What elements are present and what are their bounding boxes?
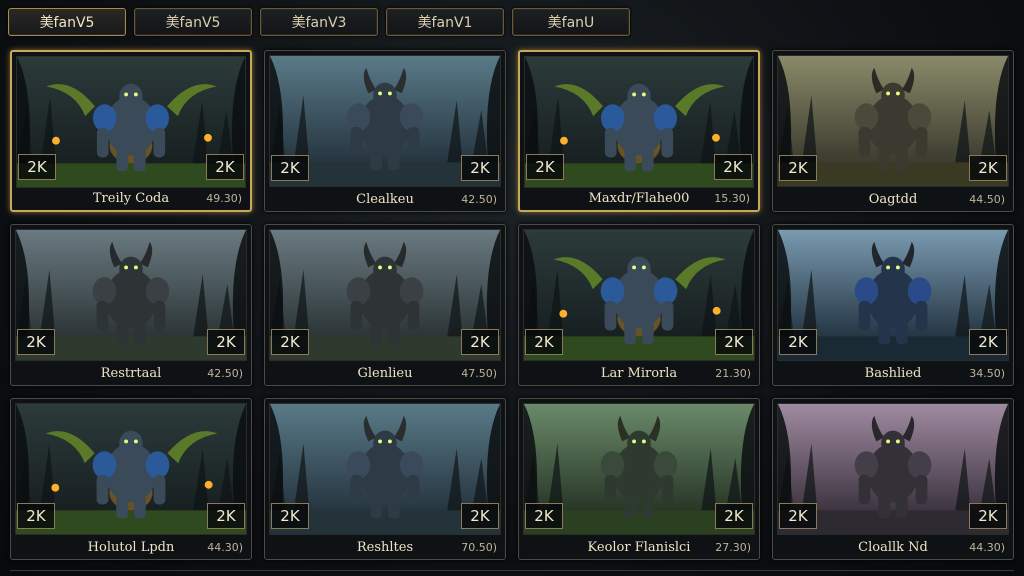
- resolution-badge: 2K: [207, 503, 245, 529]
- resolution-badge: 2K: [17, 503, 55, 529]
- card-title: Treily Coda: [92, 190, 170, 206]
- tab-version-5[interactable]: 美fanU: [512, 8, 630, 36]
- card-title: Holutol Lpdn: [87, 539, 175, 555]
- resolution-badge: 2K: [779, 503, 817, 529]
- card-title: Restrtaal: [100, 365, 162, 381]
- card-footer: Glenlieu 47.50): [265, 361, 505, 385]
- card-score: 34.50): [969, 366, 1005, 380]
- wallpaper-card[interactable]: 2K 2K Clealkeu 42.50): [264, 50, 506, 212]
- card-footer: Holutol Lpdn 44.30): [11, 535, 251, 559]
- wallpaper-card[interactable]: 2K 2K Cloallk Nd 44.30): [772, 398, 1014, 560]
- resolution-badge: 2K: [206, 154, 244, 180]
- card-score: 70.50): [461, 540, 497, 554]
- card-footer: Clealkeu 42.50): [265, 187, 505, 211]
- card-score: 42.50): [207, 366, 243, 380]
- tab-version-2[interactable]: 美fanV5: [134, 8, 252, 36]
- wallpaper-card[interactable]: 2K 2K Keolor Flanislci 27.30): [518, 398, 760, 560]
- card-title: Cloallk Nd: [858, 539, 928, 555]
- card-score: 15.30): [714, 191, 750, 205]
- resolution-badge: 2K: [271, 155, 309, 181]
- wallpaper-card[interactable]: 2K 2K Reshltes 70.50): [264, 398, 506, 560]
- wallpaper-card[interactable]: 2K 2K Maxdr/Flahe00 15.30): [518, 50, 760, 212]
- wallpaper-card[interactable]: 2K 2K Treily Coda 49.30): [10, 50, 252, 212]
- card-footer: Keolor Flanislci 27.30): [519, 535, 759, 559]
- resolution-badge: 2K: [271, 329, 309, 355]
- resolution-badge: 2K: [779, 155, 817, 181]
- card-title: Bashlied: [864, 365, 922, 381]
- wallpaper-card[interactable]: 2K 2K Oagtdd 44.50): [772, 50, 1014, 212]
- card-footer: Treily Coda 49.30): [12, 186, 250, 210]
- card-footer: Cloallk Nd 44.30): [773, 535, 1013, 559]
- card-title: Clealkeu: [356, 191, 414, 207]
- resolution-badge: 2K: [969, 155, 1007, 181]
- wallpaper-card[interactable]: 2K 2K Holutol Lpdn 44.30): [10, 398, 252, 560]
- resolution-badge: 2K: [17, 329, 55, 355]
- wallpaper-grid: 2K 2K Treily Coda 49.30) 2K 2K Clealkeu …: [10, 50, 1014, 560]
- card-title: Glenlieu: [357, 365, 413, 381]
- card-footer: Maxdr/Flahe00 15.30): [520, 186, 758, 210]
- resolution-badge: 2K: [714, 154, 752, 180]
- tab-version-3[interactable]: 美fanV3: [260, 8, 378, 36]
- resolution-badge: 2K: [271, 503, 309, 529]
- resolution-badge: 2K: [18, 154, 56, 180]
- resolution-badge: 2K: [525, 329, 563, 355]
- card-title: Keolor Flanislci: [587, 539, 691, 555]
- card-score: 49.30): [206, 191, 242, 205]
- next-row-edge: [10, 570, 1014, 576]
- resolution-badge: 2K: [207, 329, 245, 355]
- wallpaper-card[interactable]: 2K 2K Lar Mirorla 21.30): [518, 224, 760, 386]
- card-footer: Bashlied 34.50): [773, 361, 1013, 385]
- wallpaper-card[interactable]: 2K 2K Restrtaal 42.50): [10, 224, 252, 386]
- resolution-badge: 2K: [715, 503, 753, 529]
- tab-version-1[interactable]: 美fanV5: [8, 8, 126, 36]
- resolution-badge: 2K: [461, 155, 499, 181]
- wallpaper-card[interactable]: 2K 2K Glenlieu 47.50): [264, 224, 506, 386]
- resolution-badge: 2K: [969, 503, 1007, 529]
- resolution-badge: 2K: [526, 154, 564, 180]
- card-title: Maxdr/Flahe00: [588, 190, 690, 206]
- resolution-badge: 2K: [715, 329, 753, 355]
- card-score: 27.30): [715, 540, 751, 554]
- card-title: Oagtdd: [868, 191, 918, 207]
- resolution-badge: 2K: [779, 329, 817, 355]
- tab-version-4[interactable]: 美fanV1: [386, 8, 504, 36]
- wallpaper-card[interactable]: 2K 2K Bashlied 34.50): [772, 224, 1014, 386]
- card-title: Reshltes: [356, 539, 414, 555]
- card-score: 44.30): [207, 540, 243, 554]
- resolution-badge: 2K: [461, 503, 499, 529]
- card-footer: Reshltes 70.50): [265, 535, 505, 559]
- version-tabs: 美fanV5 美fanV5 美fanV3 美fanV1 美fanU: [8, 8, 630, 36]
- card-footer: Lar Mirorla 21.30): [519, 361, 759, 385]
- resolution-badge: 2K: [461, 329, 499, 355]
- card-score: 44.30): [969, 540, 1005, 554]
- card-footer: Oagtdd 44.50): [773, 187, 1013, 211]
- card-title: Lar Mirorla: [600, 365, 678, 381]
- resolution-badge: 2K: [525, 503, 563, 529]
- card-score: 42.50): [461, 192, 497, 206]
- card-score: 21.30): [715, 366, 751, 380]
- card-score: 44.50): [969, 192, 1005, 206]
- resolution-badge: 2K: [969, 329, 1007, 355]
- card-score: 47.50): [461, 366, 497, 380]
- card-footer: Restrtaal 42.50): [11, 361, 251, 385]
